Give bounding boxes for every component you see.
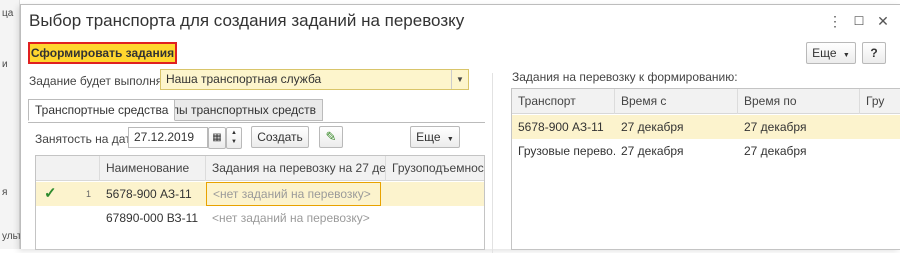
date-stepper[interactable]: ▲ ▼ [226, 127, 242, 149]
vehicle-capacity [386, 182, 484, 206]
row-number [80, 206, 100, 230]
vehicles-table-header: Наименование Задания на перевозку на 27 … [36, 156, 484, 181]
task-time-to: 27 декабря [744, 120, 807, 134]
column-header-tasks[interactable]: Задания на перевозку на 27 дек. [206, 156, 386, 181]
help-button[interactable]: ? [862, 42, 886, 64]
dialog-window: Выбор транспорта для создания заданий на… [20, 4, 900, 253]
create-button[interactable]: Создать [251, 126, 309, 148]
task-transport: Грузовые перево... [518, 144, 615, 158]
close-icon[interactable]: ✕ [875, 13, 891, 29]
tasks-table-header: Транспорт Время с Время по Гру [512, 89, 900, 114]
chevron-down-icon: ▼ [842, 52, 850, 59]
vehicle-tasks[interactable]: <нет заданий на перевозку> [206, 206, 386, 230]
background-text: ца [2, 8, 14, 19]
column-header-cargo[interactable]: Гру [860, 89, 900, 114]
more-menu-icon[interactable]: ⋮ [827, 13, 843, 29]
executor-select[interactable]: Наша транспортная служба ▼ [160, 69, 469, 90]
task-time-to: 27 декабря [744, 144, 807, 158]
table-row[interactable]: ✓ 1 5678-900 АЗ-11 <нет заданий на перев… [36, 182, 484, 206]
panel-divider [492, 73, 493, 253]
date-input[interactable]: 27.12.2019 [128, 127, 208, 148]
column-header-name[interactable]: Наименование [100, 156, 206, 181]
column-header-capacity[interactable]: Грузоподъемность [386, 156, 484, 181]
executor-label: Задание будет выполнять: [29, 74, 178, 88]
executor-value: Наша транспортная служба [166, 72, 322, 86]
task-time-from: 27 декабря [621, 144, 684, 158]
calendar-icon[interactable]: ▦ [208, 127, 226, 149]
background-text: и [2, 59, 8, 70]
edit-pencil-icon[interactable]: ✎ [319, 126, 343, 148]
column-header-marker [36, 156, 100, 181]
vehicles-table: Наименование Задания на перевозку на 27 … [35, 155, 485, 250]
date-label: Занятость на дату: [35, 132, 141, 146]
background-text: я [2, 187, 8, 198]
maximize-icon[interactable]: ☐ [851, 13, 867, 29]
table-row[interactable]: 5678-900 АЗ-11 27 декабря 27 декабря [512, 115, 900, 139]
background-text: ульт [2, 231, 22, 242]
background-window-strip: ца и я ульт [0, 0, 22, 249]
dropdown-arrow-icon[interactable]: ▼ [451, 70, 468, 89]
vehicle-name: 5678-900 АЗ-11 [106, 187, 192, 201]
tasks-table: Транспорт Время с Время по Гру 5678-900 … [511, 88, 900, 250]
window-title: Выбор транспорта для создания заданий на… [29, 11, 465, 30]
column-header-time-from[interactable]: Время с [615, 89, 738, 114]
table-row[interactable]: 67890-000 ВЗ-11 <нет заданий на перевозк… [36, 206, 484, 230]
table-more-button[interactable]: Еще ▼ [410, 126, 460, 148]
check-cell [38, 206, 62, 230]
tab-vehicle-types[interactable]: Типы транспортных средств [152, 99, 324, 121]
task-time-from: 27 декабря [621, 120, 684, 134]
column-header-transport[interactable]: Транспорт [512, 89, 615, 114]
table-more-label: Еще [416, 130, 441, 144]
table-row[interactable]: Грузовые перево... 27 декабря 27 декабря [512, 139, 900, 163]
check-icon: ✓ [44, 185, 57, 202]
column-header-time-to[interactable]: Время по [738, 89, 860, 114]
vehicle-tasks[interactable]: <нет заданий на перевозку> [206, 182, 381, 206]
more-button[interactable]: Еще ▼ [806, 42, 856, 64]
vehicle-name: 67890-000 ВЗ-11 [106, 211, 199, 225]
create-tasks-button[interactable]: Сформировать задания [28, 42, 177, 64]
tab-vehicles[interactable]: Транспортные средства [28, 99, 176, 121]
vehicle-capacity [386, 206, 484, 230]
tab-divider [28, 122, 485, 123]
row-number: 1 [86, 189, 92, 199]
more-button-label: Еще [812, 46, 837, 60]
chevron-down-icon: ▼ [446, 136, 454, 143]
task-transport: 5678-900 АЗ-11 [518, 120, 604, 134]
tasks-panel-label: Задания на перевозку к формированию: [512, 70, 738, 84]
